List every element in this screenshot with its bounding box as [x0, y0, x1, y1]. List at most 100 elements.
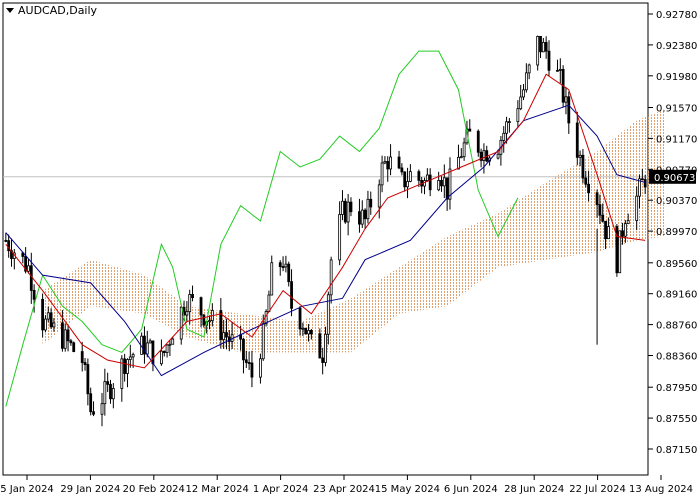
- candle-body: [148, 340, 152, 344]
- candle-body: [162, 350, 166, 353]
- candle-body: [536, 36, 540, 66]
- candle-body: [41, 298, 45, 331]
- candle-body: [168, 343, 172, 346]
- candle-body: [278, 262, 282, 267]
- candle-body: [86, 364, 90, 395]
- candle-body: [103, 381, 107, 405]
- candle-body: [338, 214, 342, 261]
- candle-body: [386, 161, 390, 170]
- candle-body: [329, 259, 333, 296]
- candle-body: [564, 96, 568, 103]
- candle-body: [61, 322, 64, 349]
- candle-body: [505, 121, 508, 134]
- x-tick-label: 15 May 2024: [375, 484, 440, 495]
- candle-body: [244, 359, 248, 363]
- y-tick-label: 0.89160: [656, 290, 697, 301]
- candle-body: [247, 362, 251, 364]
- candle-body: [468, 128, 472, 132]
- candle-body: [131, 353, 135, 358]
- candle-body: [242, 338, 245, 361]
- candle-body: [301, 327, 305, 330]
- y-tick-label: 0.90370: [656, 196, 697, 207]
- candle-body: [400, 167, 404, 173]
- candle-body: [358, 211, 361, 225]
- candle-body: [626, 220, 630, 225]
- x-tick-label: 23 Apr 2024: [313, 484, 375, 495]
- candle-body: [496, 153, 500, 159]
- candle-body: [208, 320, 211, 323]
- candle-body: [643, 179, 647, 188]
- candle-body: [290, 281, 293, 309]
- candle-body: [89, 393, 93, 413]
- candle-body: [284, 263, 288, 268]
- y-tick-label: 0.87550: [656, 414, 697, 425]
- candle-body: [259, 358, 262, 378]
- chart-canvas: 0.927800.923800.919800.915700.911700.907…: [0, 2, 697, 495]
- y-tick-label: 0.89970: [656, 227, 697, 238]
- x-tick-label: 29 Jan 2024: [60, 484, 120, 495]
- candle-body: [309, 330, 313, 335]
- candle-body: [527, 64, 531, 74]
- candle-body: [578, 154, 582, 158]
- candle-body: [428, 174, 432, 191]
- candle-body: [199, 297, 203, 316]
- candle-body: [417, 171, 421, 181]
- candle-body: [49, 312, 53, 328]
- chart-window: 0.927800.923800.919800.915700.911700.907…: [0, 0, 700, 500]
- candle-body: [442, 177, 446, 187]
- candle-body: [298, 307, 302, 330]
- candle-body: [360, 209, 364, 225]
- candle-body: [27, 265, 30, 272]
- candle-body: [83, 362, 87, 365]
- candle-body: [109, 383, 112, 400]
- candle-body: [202, 314, 206, 326]
- candle-body: [457, 156, 460, 170]
- candle-body: [160, 350, 163, 365]
- candle-body: [598, 204, 602, 216]
- candle-body: [437, 180, 441, 191]
- candle-body: [346, 201, 350, 223]
- candle-body: [635, 195, 639, 221]
- candle-body: [92, 411, 95, 415]
- candle-body: [440, 180, 443, 187]
- candle-body: [72, 342, 76, 352]
- candle-body: [425, 174, 429, 181]
- x-tick-label: 1 Apr 2024: [253, 484, 308, 495]
- x-tick-label: 12 Mar 2024: [185, 484, 248, 495]
- candle-body: [349, 201, 353, 213]
- candle-body: [640, 178, 644, 181]
- candle-body: [567, 96, 571, 124]
- candle-body: [623, 223, 627, 237]
- candle-body: [377, 184, 381, 208]
- candle-body: [369, 198, 373, 208]
- candle-body: [584, 177, 588, 185]
- candle-body: [46, 312, 50, 320]
- candle-body: [524, 72, 528, 91]
- candle-body: [32, 290, 36, 300]
- candle-body: [128, 356, 132, 360]
- candle-body: [324, 333, 327, 363]
- y-tick-label: 0.92780: [656, 10, 697, 21]
- candle-body: [383, 161, 387, 164]
- candle-body: [604, 220, 607, 240]
- current-price-label: 0.90673: [654, 173, 695, 184]
- candle-body: [4, 239, 8, 242]
- candle-body: [270, 262, 274, 296]
- chart-title: AUDCAD,Daily: [18, 4, 98, 17]
- candle-body: [621, 230, 624, 237]
- candle-body: [408, 171, 412, 182]
- candle-body: [111, 388, 115, 400]
- candle-body: [476, 130, 480, 153]
- candle-body: [581, 154, 585, 179]
- candle-body: [321, 357, 325, 363]
- y-tick-label: 0.88760: [656, 321, 697, 332]
- x-tick-label: 22 Jul 2024: [569, 484, 626, 495]
- candle-body: [287, 263, 291, 283]
- x-tick-label: 13 Aug 2024: [629, 484, 693, 495]
- x-tick-label: 6 Jun 2024: [444, 484, 498, 495]
- candle-body: [380, 162, 384, 186]
- candle-body: [171, 338, 175, 345]
- candle-body: [445, 177, 449, 200]
- y-tick-label: 0.91570: [656, 103, 697, 114]
- candle-body: [519, 96, 523, 110]
